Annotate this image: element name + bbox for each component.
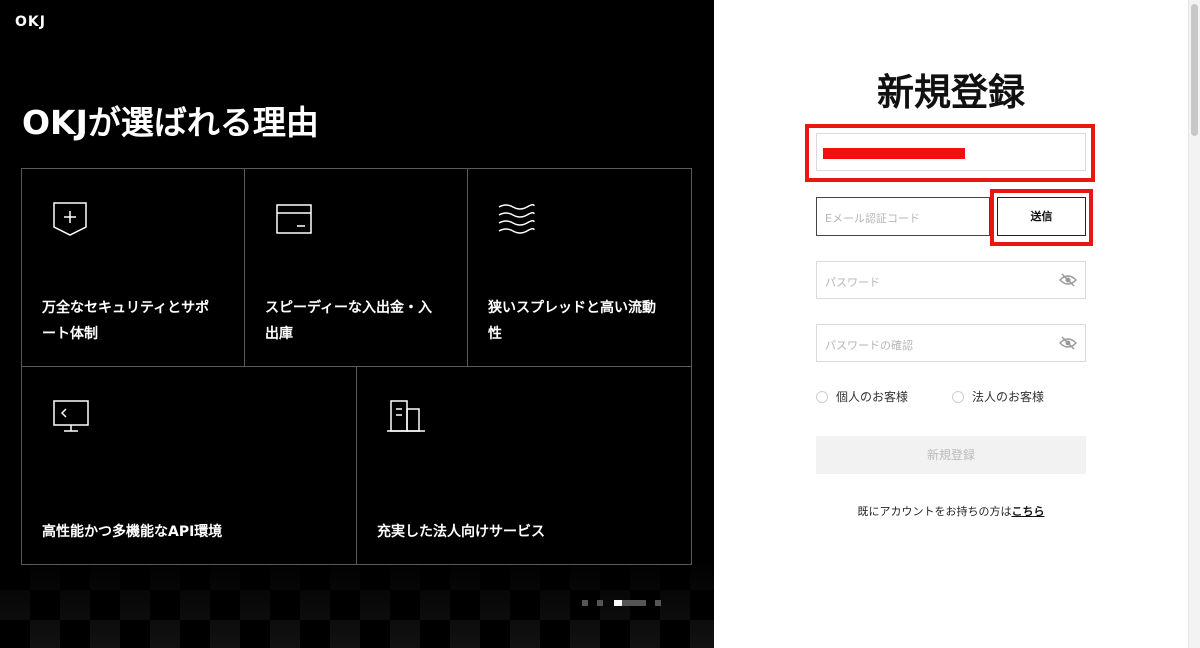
feature-card-spread: 狭いスプレッドと高い流動 性 (467, 168, 692, 367)
carousel-dot[interactable] (655, 600, 661, 606)
scroll-thumb[interactable] (1191, 4, 1198, 136)
feature-card-security: 万全なセキュリティとサポ ート体制 (21, 168, 245, 367)
login-prompt: 既にアカウントをお持ちの方は (857, 505, 1012, 518)
card-icon (276, 204, 312, 234)
login-prompt-row: 既にアカウントをお持ちの方はこちら (714, 503, 1188, 519)
scrollbar[interactable] (1188, 0, 1200, 648)
email-code-placeholder: Eメール認証コード (825, 212, 920, 225)
feature-label: 充実した法人向けサービス (377, 524, 545, 540)
feature-label: 万全なセキュリティとサポ (42, 300, 210, 316)
radio-label: 法人のお客様 (972, 390, 1045, 404)
feature-label: スピーディーな入出金・入 (265, 300, 433, 316)
feature-label: 高性能かつ多機能なAPI環境 (42, 524, 223, 540)
shield-plus-icon (53, 202, 87, 236)
register-title: 新規登録 (877, 71, 1025, 114)
feature-label: 出庫 (265, 326, 293, 342)
radio-corporate[interactable]: 法人のお客様 (952, 388, 1044, 405)
feature-card-api: 高性能かつ多機能なAPI環境 (21, 366, 357, 565)
radio-label: 個人のお客様 (836, 390, 909, 404)
highlight-box-send (990, 189, 1093, 246)
login-link[interactable]: こちら (1012, 505, 1045, 518)
password-confirm-placeholder: パスワードの確認 (825, 339, 913, 352)
carousel-dot[interactable] (582, 600, 588, 606)
feature-label: 性 (488, 326, 502, 342)
buildings-icon (387, 400, 425, 432)
monitor-icon (53, 400, 89, 432)
feature-label: 狭いスプレッドと高い流動 (488, 300, 656, 316)
password-placeholder: パスワード (825, 276, 880, 289)
hero-title: OKJが選ばれる理由 (22, 103, 319, 142)
password-input[interactable]: パスワード (816, 261, 1086, 299)
eye-off-icon[interactable] (1059, 336, 1077, 350)
register-submit-button[interactable]: 新規登録 (816, 436, 1086, 474)
okj-logo[interactable]: OKJ (15, 14, 46, 30)
feature-label: ート体制 (42, 326, 98, 342)
password-confirm-input[interactable]: パスワードの確認 (816, 324, 1086, 362)
email-code-input[interactable]: Eメール認証コード (816, 197, 990, 236)
radio-circle[interactable] (816, 390, 828, 403)
highlight-box-email (805, 124, 1095, 182)
features-panel: OKJ OKJが選ばれる理由 万全なセキュリティとサポ ート体制 スピーディーな… (0, 0, 714, 648)
feature-card-deposit: スピーディーな入出金・入 出庫 (244, 168, 468, 367)
register-panel: 新規登録 Eメール認証コード 送信 パスワード パスワードの確認 個人のお客様 … (714, 0, 1200, 648)
radio-individual[interactable]: 個人のお客様 (816, 388, 908, 405)
feature-card-corporate: 充実した法人向けサービス (356, 366, 692, 565)
waves-icon (498, 203, 535, 234)
radio-circle[interactable] (952, 390, 964, 403)
carousel-dot[interactable] (597, 600, 603, 606)
eye-off-icon[interactable] (1059, 273, 1077, 287)
